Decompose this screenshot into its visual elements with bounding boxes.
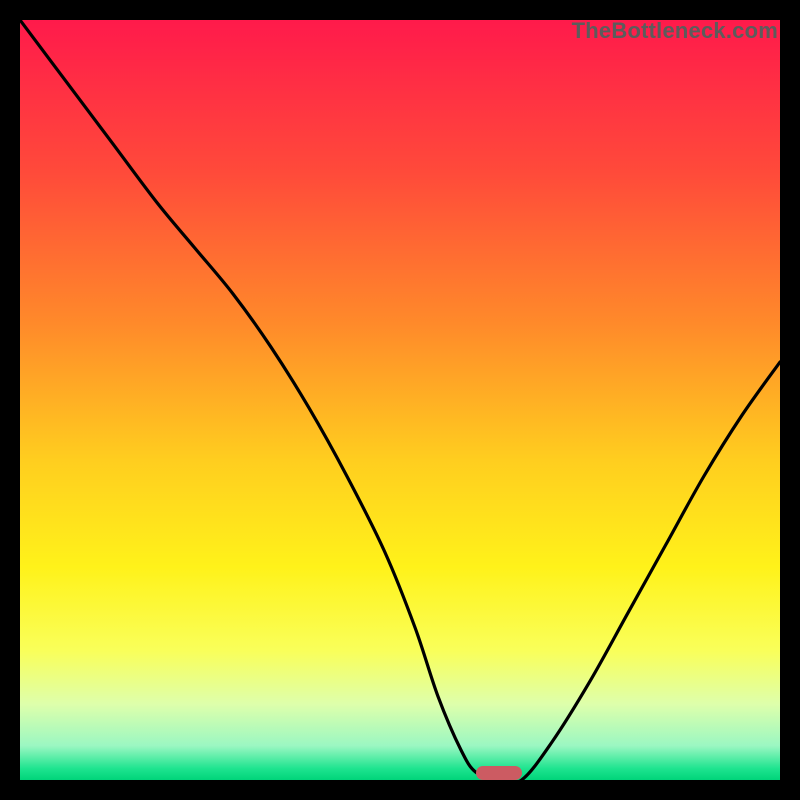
watermark-text: TheBottleneck.com <box>572 18 778 44</box>
optimal-marker <box>476 766 522 780</box>
plot-background-gradient <box>20 20 780 780</box>
plot-frame: TheBottleneck.com <box>20 20 780 780</box>
